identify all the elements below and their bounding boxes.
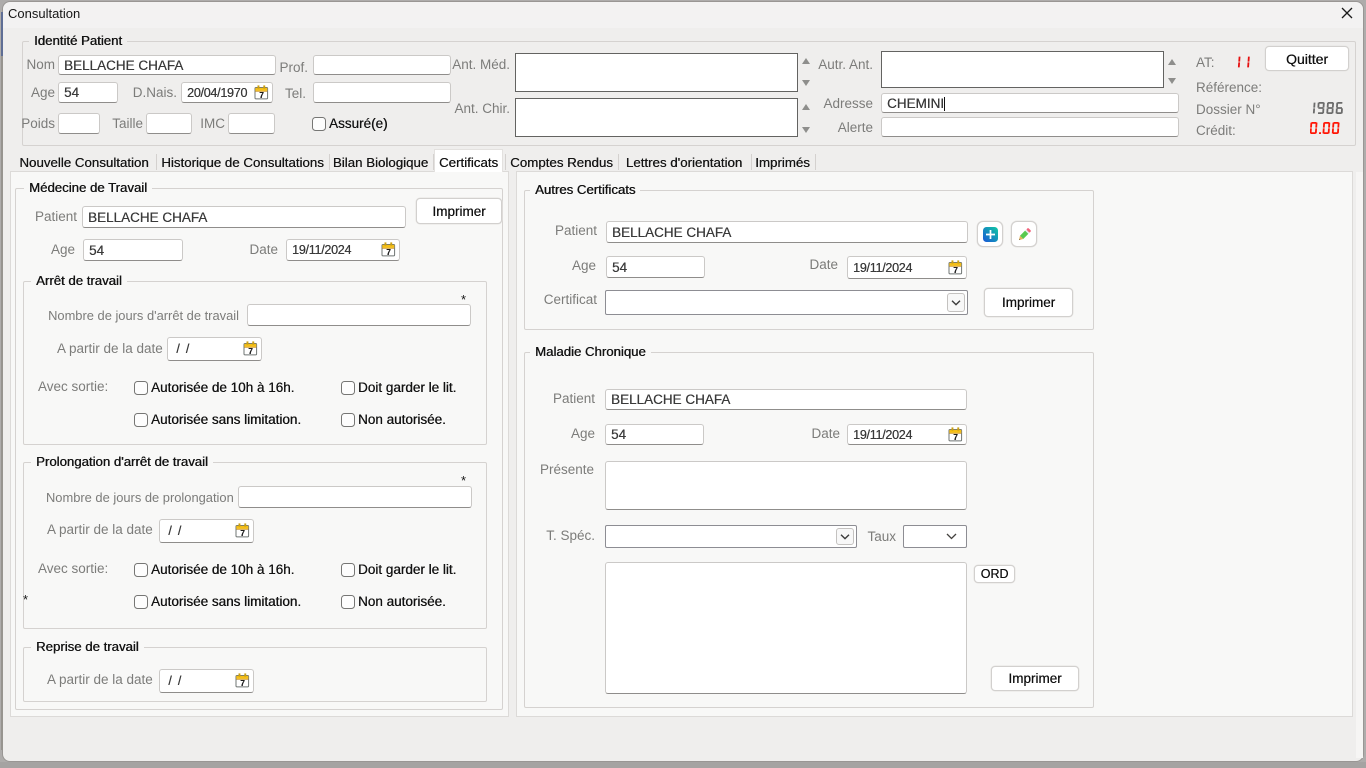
svg-text:7: 7: [240, 679, 245, 688]
svg-text:7: 7: [259, 90, 264, 99]
svg-text:7: 7: [248, 347, 253, 356]
svg-text:7: 7: [386, 248, 391, 257]
svg-text:7: 7: [953, 432, 958, 441]
svg-text:7: 7: [953, 265, 958, 274]
svg-text:7: 7: [240, 529, 245, 538]
